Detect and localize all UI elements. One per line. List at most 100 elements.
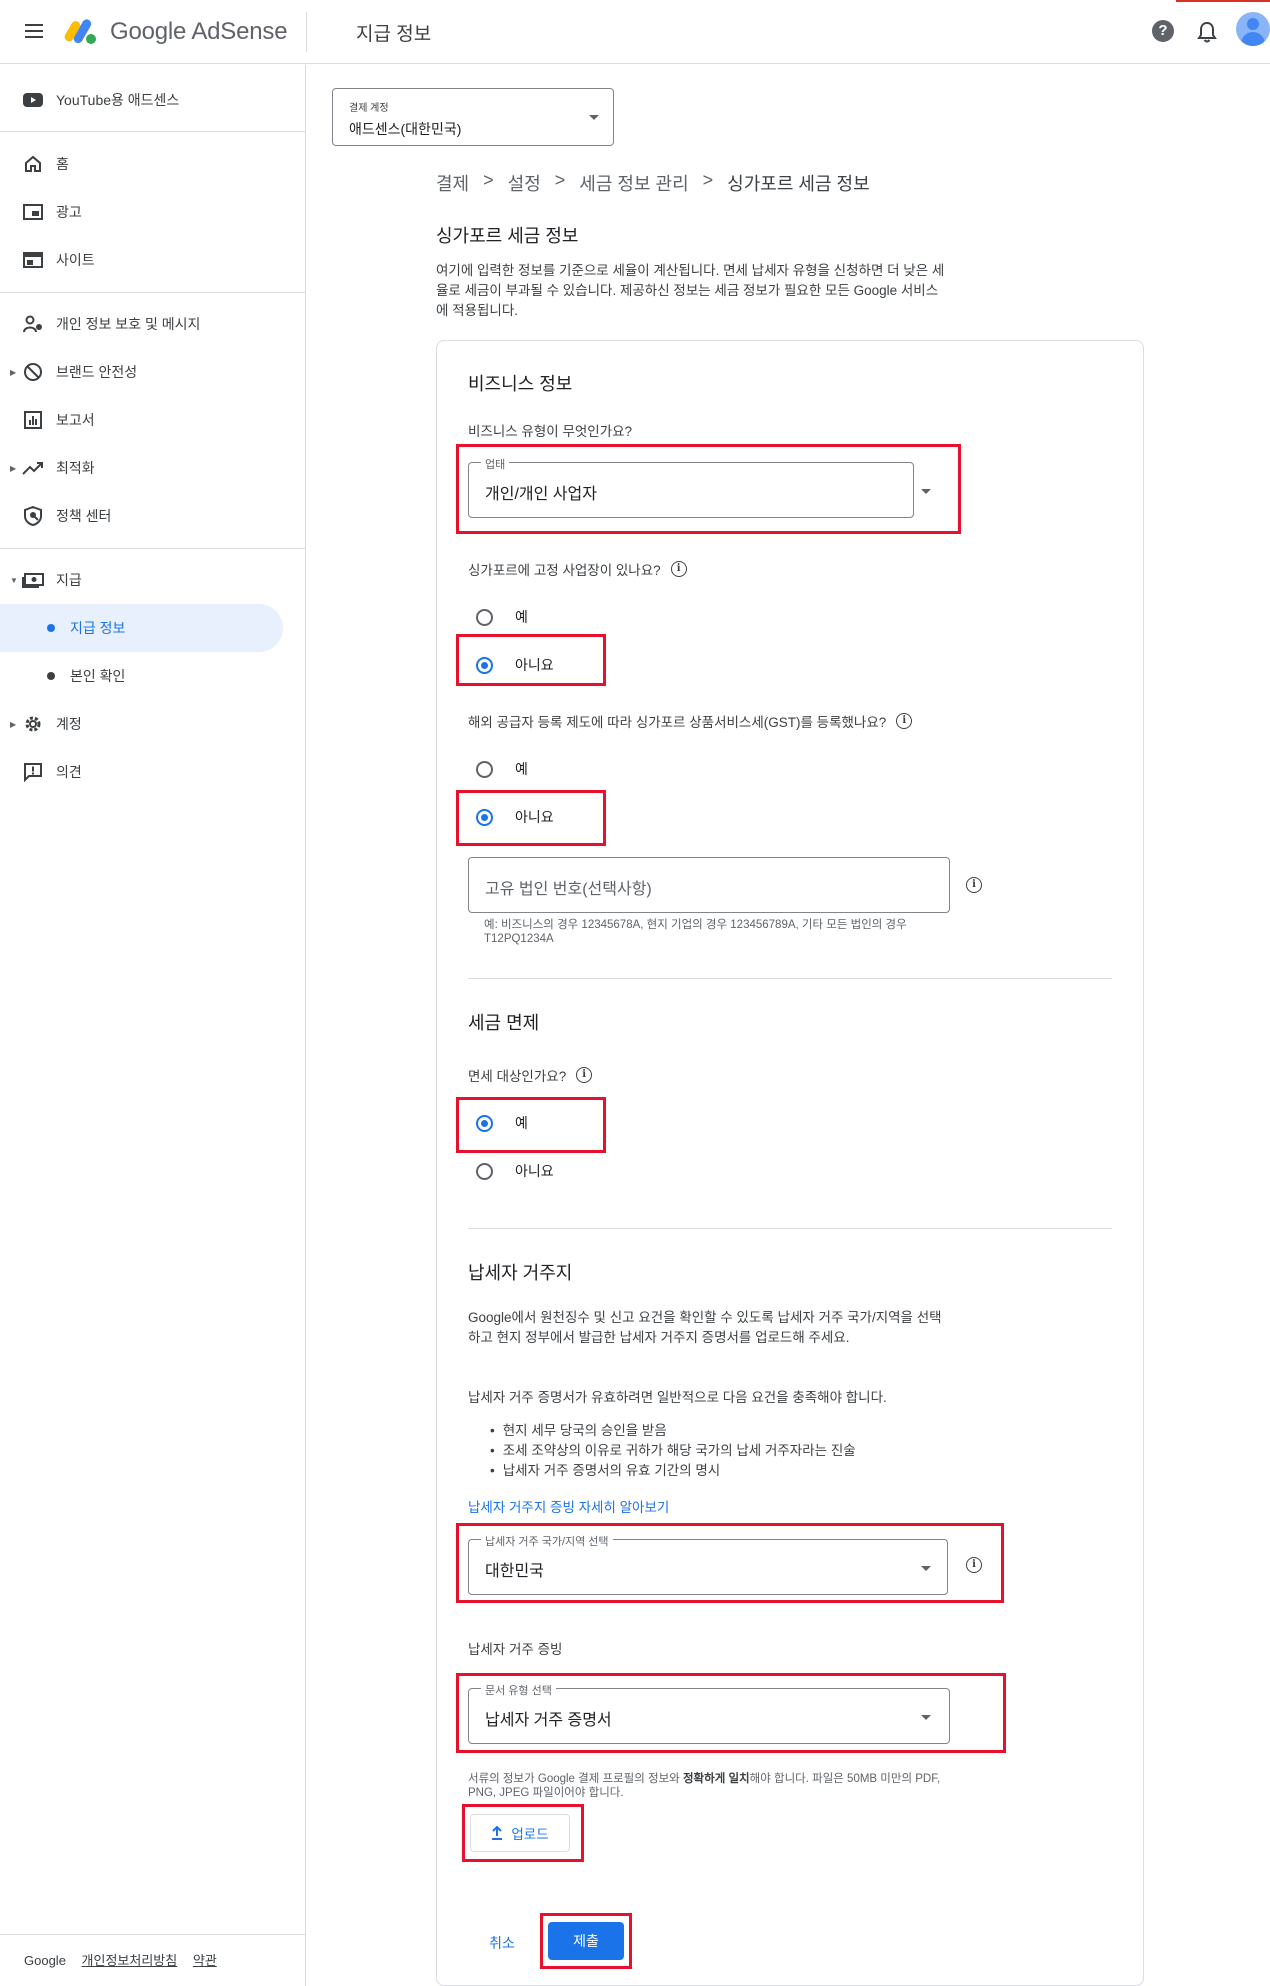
- radio-label: 아니요: [515, 1163, 554, 1179]
- sidebar-item-brand-safety[interactable]: ▶ 브랜드 안전성: [0, 350, 306, 394]
- info-icon[interactable]: i: [966, 877, 982, 893]
- top-app-bar: Google AdSense 지급 정보 ?: [0, 0, 1270, 64]
- breadcrumb-separator-icon: >: [483, 170, 494, 190]
- expand-arrow-icon: ▶: [10, 463, 17, 473]
- question-text: 싱가포르에 고정 사업장이 있나요?: [468, 563, 661, 578]
- sidebar-item-label: 최적화: [56, 460, 95, 476]
- sidebar-divider: [0, 131, 306, 132]
- requirements-list: 현지 세무 당국의 승인을 받음 조세 조약상의 이유로 귀하가 해당 국가의 …: [490, 1421, 856, 1481]
- business-info-heading: 비즈니스 정보: [468, 374, 573, 394]
- uen-input[interactable]: 고유 법인 번호(선택사항): [468, 857, 950, 913]
- info-icon[interactable]: i: [896, 713, 913, 729]
- product-name[interactable]: Google AdSense: [110, 18, 288, 46]
- feedback-icon: [22, 761, 44, 783]
- radio-label: 예: [515, 761, 528, 777]
- reports-icon: [22, 409, 44, 431]
- sidebar-item-label: 브랜드 안전성: [56, 364, 138, 380]
- highlight-box: [462, 1804, 584, 1862]
- ads-icon: [22, 201, 44, 223]
- breadcrumb-item-settings[interactable]: 설정: [508, 170, 541, 196]
- header-divider: [306, 12, 307, 52]
- dropdown-arrow-icon: [589, 115, 599, 120]
- sidebar-item-ads[interactable]: 광고: [0, 190, 306, 234]
- help-icon[interactable]: ?: [1152, 20, 1174, 42]
- highlight-box: [456, 444, 961, 534]
- home-icon: [22, 153, 44, 175]
- gst-option-yes[interactable]: 예: [476, 757, 528, 781]
- sidebar-item-reports[interactable]: 보고서: [0, 398, 306, 442]
- sidebar-item-privacy-messaging[interactable]: 개인 정보 보호 및 메시지: [0, 302, 306, 346]
- list-item: 납세자 거주 증명서의 유효 기간의 명시: [490, 1461, 856, 1481]
- block-icon: [22, 361, 44, 383]
- sidebar-item-label: 광고: [56, 204, 82, 220]
- sidebar-item-payment-info[interactable]: 지급 정보: [0, 606, 306, 650]
- breadcrumb-item-current: 싱가포르 세금 정보: [727, 174, 870, 194]
- residency-description: Google에서 원천징수 및 신고 요건을 확인할 수 있도록 납세자 거주 …: [468, 1310, 942, 1345]
- trending-icon: [22, 457, 44, 479]
- question-text: 면세 대상인가요?: [468, 1069, 567, 1084]
- footer-brand: Google: [24, 1953, 66, 1968]
- sidebar-item-label: 보고서: [56, 412, 95, 428]
- question-text: 해외 공급자 등록 제도에 따라 싱가포르 상품서비스세(GST)를 등록했나요…: [468, 715, 887, 730]
- highlight-box: [456, 1673, 1006, 1753]
- sidebar-item-label: 사이트: [56, 252, 95, 268]
- highlight-box: [456, 790, 606, 846]
- breadcrumb-item-billing[interactable]: 결제: [436, 170, 469, 196]
- notifications-icon[interactable]: [1196, 20, 1218, 44]
- payments-icon: [22, 569, 44, 591]
- sidebar-item-label: 의견: [56, 764, 82, 780]
- sidebar-item-feedback[interactable]: 의견: [0, 750, 306, 794]
- section-title: 싱가포르 세금 정보: [436, 226, 579, 246]
- adsense-logo-icon: [64, 19, 96, 44]
- sidebar-footer-divider: [0, 1934, 306, 1935]
- exemption-option-no[interactable]: 아니요: [476, 1159, 554, 1183]
- menu-icon[interactable]: [22, 20, 46, 44]
- sidebar-divider: [0, 548, 306, 549]
- sidebar-item-youtube-adsense[interactable]: YouTube용 애드센스: [0, 78, 306, 122]
- sidebar-item-label: YouTube용 애드센스: [56, 92, 180, 108]
- residency-heading: 납세자 거주지: [468, 1263, 573, 1283]
- sidebar-item-verification[interactable]: 본인 확인: [0, 654, 306, 698]
- info-icon[interactable]: i: [576, 1067, 593, 1083]
- sidebar-item-optimization[interactable]: ▶ 최적화: [0, 446, 306, 490]
- breadcrumb-separator-icon: >: [554, 170, 566, 190]
- business-type-question: 비즈니스 유형이 무엇인가요?: [468, 420, 632, 440]
- sidebar-item-home[interactable]: 홈: [0, 142, 306, 186]
- fixed-place-option-yes[interactable]: 예: [476, 605, 528, 629]
- info-icon[interactable]: i: [670, 561, 687, 577]
- sidebar-item-label: 지급 정보: [70, 620, 126, 636]
- sidebar-item-sites[interactable]: 사이트: [0, 238, 306, 282]
- uen-placeholder: 고유 법인 번호(선택사항): [485, 881, 652, 898]
- radio-unchecked[interactable]: [476, 760, 493, 778]
- sidebar-item-policy-center[interactable]: 정책 센터: [0, 494, 306, 538]
- highlight-box: [456, 634, 606, 686]
- list-item: 조세 조약상의 이유로 귀하가 해당 국가의 납세 거주자라는 진술: [490, 1441, 856, 1461]
- section-divider: [468, 978, 1112, 979]
- list-item: 현지 세무 당국의 승인을 받음: [490, 1421, 856, 1441]
- radio-unchecked[interactable]: [476, 1162, 493, 1180]
- residency-proof-heading: 납세자 거주 증빙: [468, 1638, 562, 1658]
- payment-account-select[interactable]: 결제 계정 애드센스(대한민국): [332, 88, 614, 146]
- sidebar-item-label: 계정: [56, 716, 82, 732]
- exemption-question: 면세 대상인가요? i: [468, 1065, 593, 1085]
- breadcrumb-item-tax-info[interactable]: 세금 정보 관리: [579, 170, 688, 196]
- payment-account-value: 애드센스(대한민국): [349, 121, 462, 137]
- sidebar-divider: [0, 292, 306, 293]
- payment-account-label: 결제 계정: [349, 103, 389, 114]
- account-avatar[interactable]: [1236, 12, 1270, 46]
- document-hint: 서류의 정보가 Google 결제 프로필의 정보와 정확하게 일치해야 합니다…: [468, 1772, 950, 1800]
- shield-icon: [22, 505, 44, 527]
- sidebar-item-account[interactable]: ▶ 계정: [0, 702, 306, 746]
- radio-label: 예: [515, 609, 528, 625]
- uen-hint: 예: 비즈니스의 경우 12345678A, 현지 기업의 경우 1234567…: [484, 919, 907, 945]
- question-text: 납세자 거주 증빙: [468, 1642, 563, 1657]
- sidebar-item-label: 개인 정보 보호 및 메시지: [56, 316, 201, 332]
- breadcrumb-separator-icon: >: [702, 170, 714, 190]
- sidebar-item-payments[interactable]: ▼ 지급: [0, 558, 306, 602]
- learn-more-link[interactable]: 납세자 거주지 증빙 자세히 알아보기: [468, 1496, 669, 1516]
- terms-link[interactable]: 약관: [193, 1953, 217, 1968]
- radio-unchecked[interactable]: [476, 608, 493, 626]
- privacy-policy-link[interactable]: 개인정보처리방침: [82, 1953, 178, 1968]
- cancel-button[interactable]: 취소: [472, 1926, 532, 1960]
- gear-icon: [22, 713, 44, 735]
